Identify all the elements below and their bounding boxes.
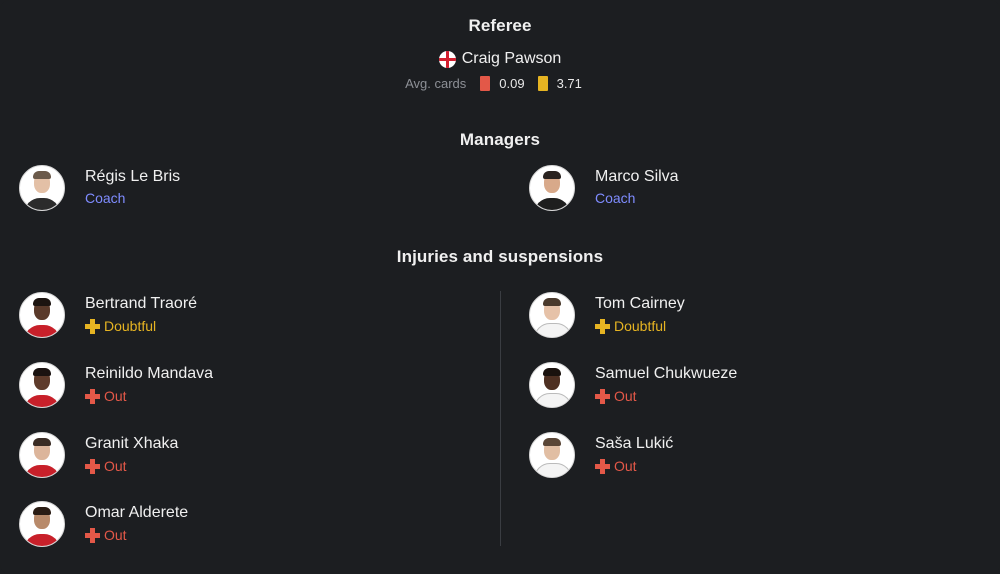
plus-out-icon xyxy=(85,527,100,543)
red-card-value: 0.09 xyxy=(499,76,525,91)
red-card-icon xyxy=(480,76,491,91)
injury-status: Out xyxy=(595,387,737,405)
avatar xyxy=(529,292,575,338)
manager-left-name[interactable]: Régis Le Bris xyxy=(85,167,180,187)
manager-right-role: Coach xyxy=(595,190,636,206)
injury-player-name[interactable]: Tom Cairney xyxy=(595,294,685,314)
manager-left-role: Coach xyxy=(85,190,126,206)
avatar xyxy=(19,165,65,211)
injury-player-name[interactable]: Samuel Chukwueze xyxy=(595,364,737,384)
injury-item[interactable]: Tom Cairney Doubtful xyxy=(529,292,685,338)
injury-status-label: Doubtful xyxy=(614,318,667,334)
injury-status: Out xyxy=(85,526,188,544)
injury-status-label: Out xyxy=(614,388,637,404)
referee-title: Referee xyxy=(468,16,532,35)
manager-left[interactable]: Régis Le Bris Coach xyxy=(19,165,180,211)
plus-out-icon xyxy=(85,388,100,404)
column-divider xyxy=(500,291,501,546)
plus-out-icon xyxy=(85,458,100,474)
yellow-card-value: 3.71 xyxy=(556,76,582,91)
injury-status: Out xyxy=(85,387,213,405)
avatar xyxy=(529,432,575,478)
injury-status-label: Out xyxy=(104,388,127,404)
injury-status-label: Out xyxy=(104,527,127,543)
injury-status: Doubtful xyxy=(595,317,685,335)
plus-out-icon xyxy=(595,388,610,404)
yellow-card-icon xyxy=(537,76,548,91)
avatar xyxy=(19,432,65,478)
injury-status: Out xyxy=(85,457,178,475)
injury-status-label: Out xyxy=(104,458,127,474)
injury-status-label: Out xyxy=(614,458,637,474)
injury-player-name[interactable]: Granit Xhaka xyxy=(85,434,178,454)
plus-out-icon xyxy=(595,458,610,474)
injury-item[interactable]: Omar Alderete Out xyxy=(19,501,188,547)
plus-doubtful-icon xyxy=(595,318,610,334)
injury-item[interactable]: Reinildo Mandava Out xyxy=(19,362,213,408)
manager-right-name[interactable]: Marco Silva xyxy=(595,167,679,187)
injury-player-name[interactable]: Reinildo Mandava xyxy=(85,364,213,384)
plus-doubtful-icon xyxy=(85,318,100,334)
injuries-title: Injuries and suspensions xyxy=(396,247,604,266)
avg-cards-row: Avg. cards 0.09 3.71 xyxy=(0,76,1000,91)
referee-row[interactable]: Craig Pawson xyxy=(0,50,1000,68)
avatar xyxy=(19,501,65,547)
england-flag-icon xyxy=(438,50,456,68)
avatar xyxy=(19,292,65,338)
injury-player-name[interactable]: Bertrand Traoré xyxy=(85,294,197,314)
managers-title: Managers xyxy=(459,130,541,149)
injury-item[interactable]: Granit Xhaka Out xyxy=(19,432,178,478)
match-info-panel: Referee Craig Pawson Avg. cards 0.09 3.7… xyxy=(0,0,1000,574)
avatar xyxy=(529,362,575,408)
injury-status-label: Doubtful xyxy=(104,318,157,334)
avg-cards-label: Avg. cards xyxy=(405,76,467,91)
injury-item[interactable]: Saša Lukić Out xyxy=(529,432,673,478)
avatar xyxy=(529,165,575,211)
referee-name[interactable]: Craig Pawson xyxy=(462,50,562,68)
injury-item[interactable]: Bertrand Traoré Doubtful xyxy=(19,292,197,338)
injury-item[interactable]: Samuel Chukwueze Out xyxy=(529,362,737,408)
injury-status: Doubtful xyxy=(85,317,197,335)
manager-right[interactable]: Marco Silva Coach xyxy=(529,165,679,211)
injury-player-name[interactable]: Saša Lukić xyxy=(595,434,673,454)
injury-player-name[interactable]: Omar Alderete xyxy=(85,503,188,523)
avatar xyxy=(19,362,65,408)
injury-status: Out xyxy=(595,457,673,475)
